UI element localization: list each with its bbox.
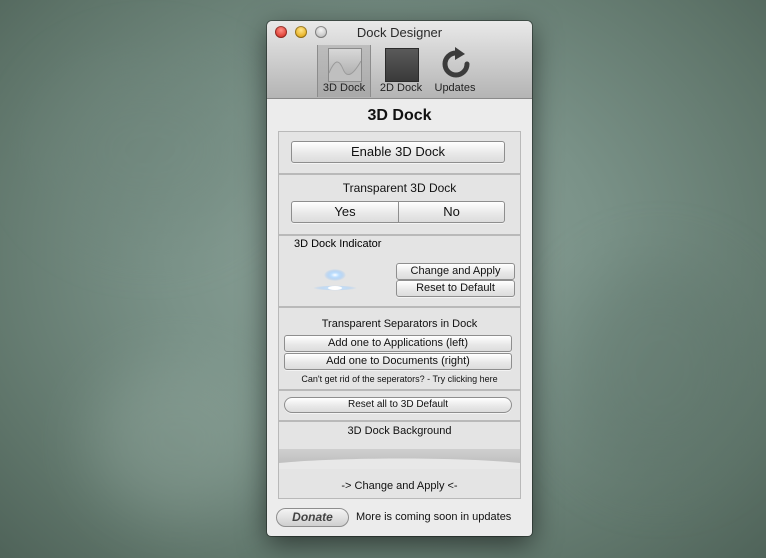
background-apply-link[interactable]: -> Change and Apply <- [279,480,520,492]
add-documents-separator-button[interactable]: Add one to Documents (right) [284,353,512,370]
2d-dock-icon [385,48,419,82]
toolbar-2d-dock[interactable]: 2D Dock [376,45,426,97]
indicator-change-label: Change and Apply [410,265,501,277]
transparent-title: Transparent 3D Dock [342,181,457,195]
no-label: No [443,204,460,219]
background-preview[interactable] [279,449,520,469]
yes-label: Yes [334,204,356,219]
no-button[interactable]: No [398,201,505,223]
toolbar-2d-dock-label: 2D Dock [379,82,423,94]
window-title: Dock Designer [356,25,443,40]
enable-3d-dock-label: Enable 3D Dock [351,144,445,159]
indicator-preview-icon [312,266,358,296]
add-documents-label: Add one to Documents (right) [326,355,470,367]
refresh-arrow-icon [439,47,473,81]
separators-section: Transparent Separators in Dock Add one t… [278,307,521,390]
reset-all-button[interactable]: Reset all to 3D Default [284,397,512,413]
toolbar-updates[interactable]: Updates [430,45,480,97]
yes-button[interactable]: Yes [291,201,399,223]
enable-3d-dock-button[interactable]: Enable 3D Dock [291,141,505,163]
3d-dock-icon [328,48,362,82]
toolbar-updates-label: Updates [434,82,476,94]
indicator-reset-label: Reset to Default [416,282,495,294]
donate-button[interactable]: Donate [276,508,349,527]
dock-designer-window: Dock Designer 3D Dock 2D Dock Updates 3D… [267,21,532,536]
background-title: 3D Dock Background [347,425,452,437]
indicator-title: 3D Dock Indicator [294,238,382,250]
reset-section: Reset all to 3D Default [278,390,521,421]
indicator-reset-button[interactable]: Reset to Default [396,280,515,297]
toolbar-3d-dock-label: 3D Dock [322,82,366,94]
enable-section: Enable 3D Dock [278,131,521,174]
background-section: 3D Dock Background -> Change and Apply <… [278,421,521,499]
indicator-section: 3D Dock Indicator Change and Apply Reset… [278,235,521,307]
add-applications-label: Add one to Applications (left) [327,337,469,349]
titlebar: Dock Designer 3D Dock 2D Dock Updates [267,21,532,99]
add-applications-separator-button[interactable]: Add one to Applications (left) [284,335,512,352]
toolbar-3d-dock[interactable]: 3D Dock [317,45,371,97]
page-title: 3D Dock [367,107,432,124]
separators-title: Transparent Separators in Dock [321,318,478,330]
transparent-section: Transparent 3D Dock Yes No [278,174,521,235]
separators-hint-link[interactable]: Can't get rid of the seperators? - Try c… [279,374,520,384]
reset-all-label: Reset all to 3D Default [347,399,449,410]
indicator-change-button[interactable]: Change and Apply [396,263,515,280]
coming-soon-text: More is coming soon in updates [356,511,512,523]
